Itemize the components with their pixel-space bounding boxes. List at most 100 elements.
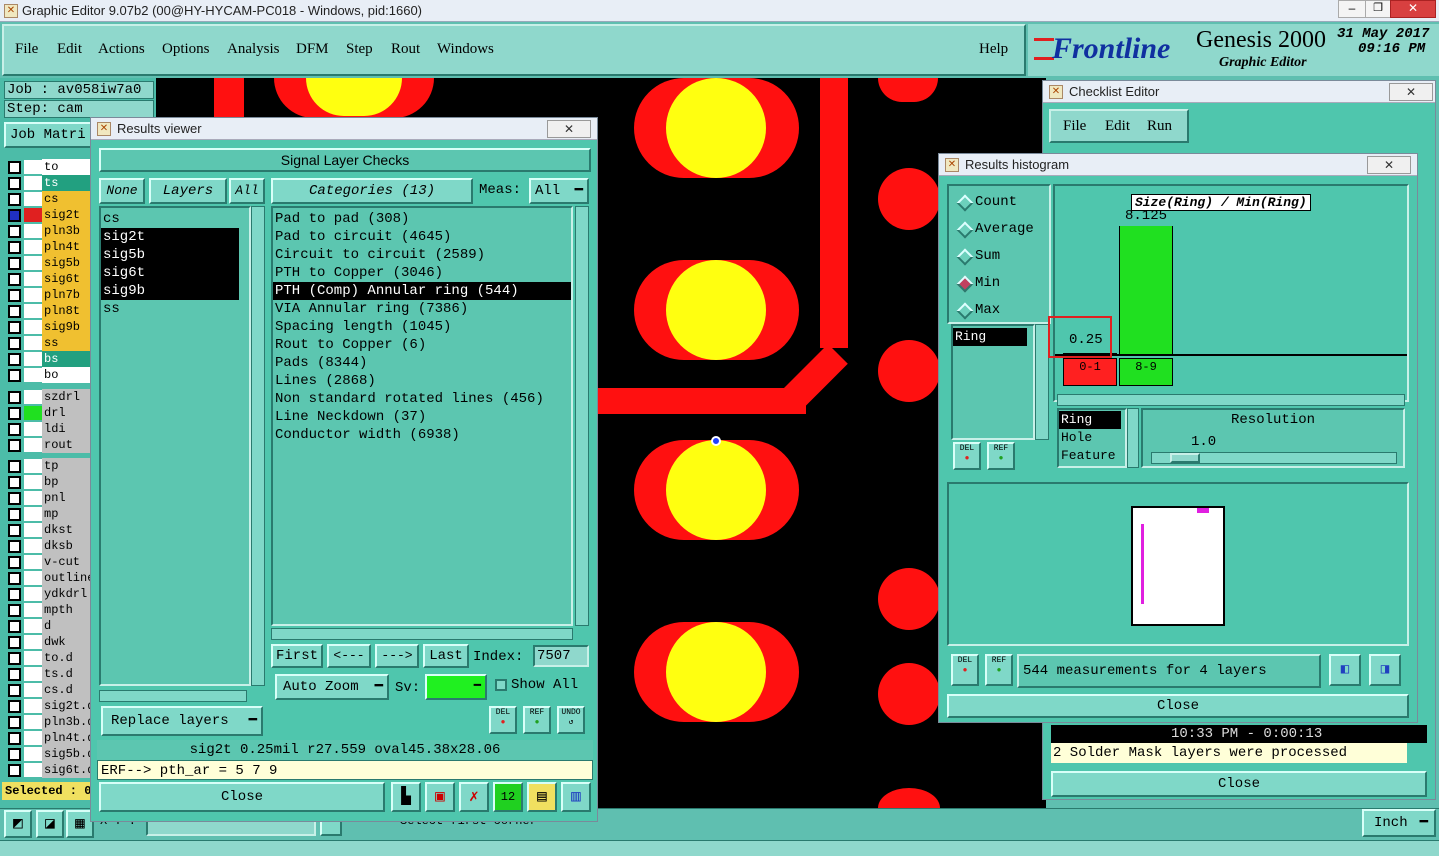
layer-color-swatch[interactable] [24,683,44,697]
layer-color-swatch[interactable] [24,763,44,777]
close-window-button[interactable]: ✕ [1390,0,1436,18]
unit-select[interactable]: Inch ━ [1362,809,1436,837]
layer-checkbox[interactable] [8,305,21,318]
layer-color-swatch[interactable] [24,635,44,649]
layer-checkbox[interactable] [8,225,21,238]
export2-icon[interactable]: ◨ [1369,654,1401,686]
axis-list-scrollbar[interactable] [1127,408,1139,468]
zoom-fit-icon[interactable]: ◪ [36,810,64,838]
layer-color-swatch[interactable] [24,523,44,537]
checklist-menu-file[interactable]: File [1063,118,1086,135]
layer-checkbox[interactable] [8,620,21,633]
histogram-icon[interactable]: ▥ [561,782,591,812]
show-all-checkbox[interactable] [495,679,507,691]
checklist-menu-edit[interactable]: Edit [1105,118,1130,135]
last-button[interactable]: Last [423,644,469,668]
category-item[interactable]: Rout to Copper (6) [273,336,571,354]
axis-item-feature[interactable]: Feature [1059,447,1125,465]
minimize-button[interactable]: – [1338,0,1366,18]
layer-checkbox[interactable] [8,572,21,585]
layer-checkbox[interactable] [8,716,21,729]
categories-hscroll[interactable] [271,628,573,640]
measure-list-scrollbar[interactable] [1035,324,1049,440]
meas-select[interactable]: All ━ [529,178,589,204]
histogram-del-button[interactable]: DEL ● [953,442,981,470]
layer-color-swatch[interactable] [24,224,44,238]
layer-checkbox[interactable] [8,556,21,569]
preview-ref-button[interactable]: REF ● [985,654,1013,686]
layer-color-swatch[interactable] [24,539,44,553]
close-icon[interactable]: ✕ [1389,83,1433,101]
category-item[interactable]: PTH to Copper (3046) [273,264,571,282]
layer-color-swatch[interactable] [24,422,44,436]
layer-checkbox[interactable] [8,524,21,537]
layer-checkbox[interactable] [8,668,21,681]
layer-list-item[interactable]: cs [101,210,239,228]
layer-color-swatch[interactable] [24,571,44,585]
layer-checkbox[interactable] [8,684,21,697]
layer-checkbox[interactable] [8,636,21,649]
layer-checkbox[interactable] [8,764,21,777]
layer-checkbox[interactable] [8,476,21,489]
layer-checkbox[interactable] [8,241,21,254]
layer-color-swatch[interactable] [24,438,44,452]
layer-color-swatch[interactable] [24,731,44,745]
layer-checkbox[interactable] [8,700,21,713]
layer-checkbox[interactable] [8,508,21,521]
category-item[interactable]: Pads (8344) [273,354,571,372]
layer-color-swatch[interactable] [24,192,44,206]
tool-icon-1[interactable]: ▙ [391,782,421,812]
prev-button[interactable]: <--- [327,644,371,668]
menu-step[interactable]: Step [346,41,373,58]
first-button[interactable]: First [271,644,323,668]
layers-button[interactable]: Layers [149,178,227,204]
layer-checkbox[interactable] [8,652,21,665]
layer-checkbox[interactable] [8,353,21,366]
layer-checkbox[interactable] [8,257,21,270]
preview-del-button[interactable]: DEL ● [951,654,979,686]
close-icon[interactable]: ✕ [1367,156,1411,174]
layer-list-item[interactable]: sig6t [101,264,239,282]
menu-dfm[interactable]: DFM [296,41,329,58]
category-item[interactable]: Pad to pad (308) [273,210,571,228]
layer-color-swatch[interactable] [24,491,44,505]
layer-color-swatch[interactable] [24,555,44,569]
close-icon[interactable]: ✕ [547,120,591,138]
layer-checkbox[interactable] [8,193,21,206]
layer-checkbox[interactable] [8,460,21,473]
checklist-close-button[interactable]: Close [1051,771,1427,797]
layer-color-swatch[interactable] [24,304,44,318]
category-item[interactable]: Non standard rotated lines (456) [273,390,571,408]
tool-icon-2[interactable]: ▣ [425,782,455,812]
layer-checkbox[interactable] [8,732,21,745]
tool-icon-4[interactable]: 12 [493,782,523,812]
layer-checkbox[interactable] [8,369,21,382]
layer-color-swatch[interactable] [24,459,44,473]
layer-color-swatch[interactable] [24,699,44,713]
layer-checkbox[interactable] [8,209,21,222]
layer-checkbox[interactable] [8,588,21,601]
sv-color-select[interactable]: ━ [425,674,487,700]
menu-windows[interactable]: Windows [437,41,494,58]
menu-analysis[interactable]: Analysis [227,41,280,58]
layer-list-item[interactable]: sig5b [101,246,239,264]
category-item[interactable]: Lines (2868) [273,372,571,390]
category-item[interactable]: Line Neckdown (37) [273,408,571,426]
menu-actions[interactable]: Actions [98,41,145,58]
histogram-bar[interactable] [1119,226,1173,354]
categories-button[interactable]: Categories (13) [271,178,473,204]
layer-checkbox[interactable] [8,337,21,350]
layer-checkbox[interactable] [8,273,21,286]
resolution-slider-thumb[interactable] [1170,453,1200,463]
report-icon[interactable]: ▤ [527,782,557,812]
layer-checkbox[interactable] [8,177,21,190]
all-layers-button[interactable]: All [229,178,265,204]
layer-list-scrollbar[interactable] [251,206,265,686]
layer-color-swatch[interactable] [24,390,44,404]
layer-color-swatch[interactable] [24,256,44,270]
ref-button[interactable]: REF ● [523,706,551,734]
layer-color-swatch[interactable] [24,336,44,350]
menu-file[interactable]: File [15,41,38,58]
layer-color-swatch[interactable] [24,208,44,222]
layer-color-swatch[interactable] [24,587,44,601]
